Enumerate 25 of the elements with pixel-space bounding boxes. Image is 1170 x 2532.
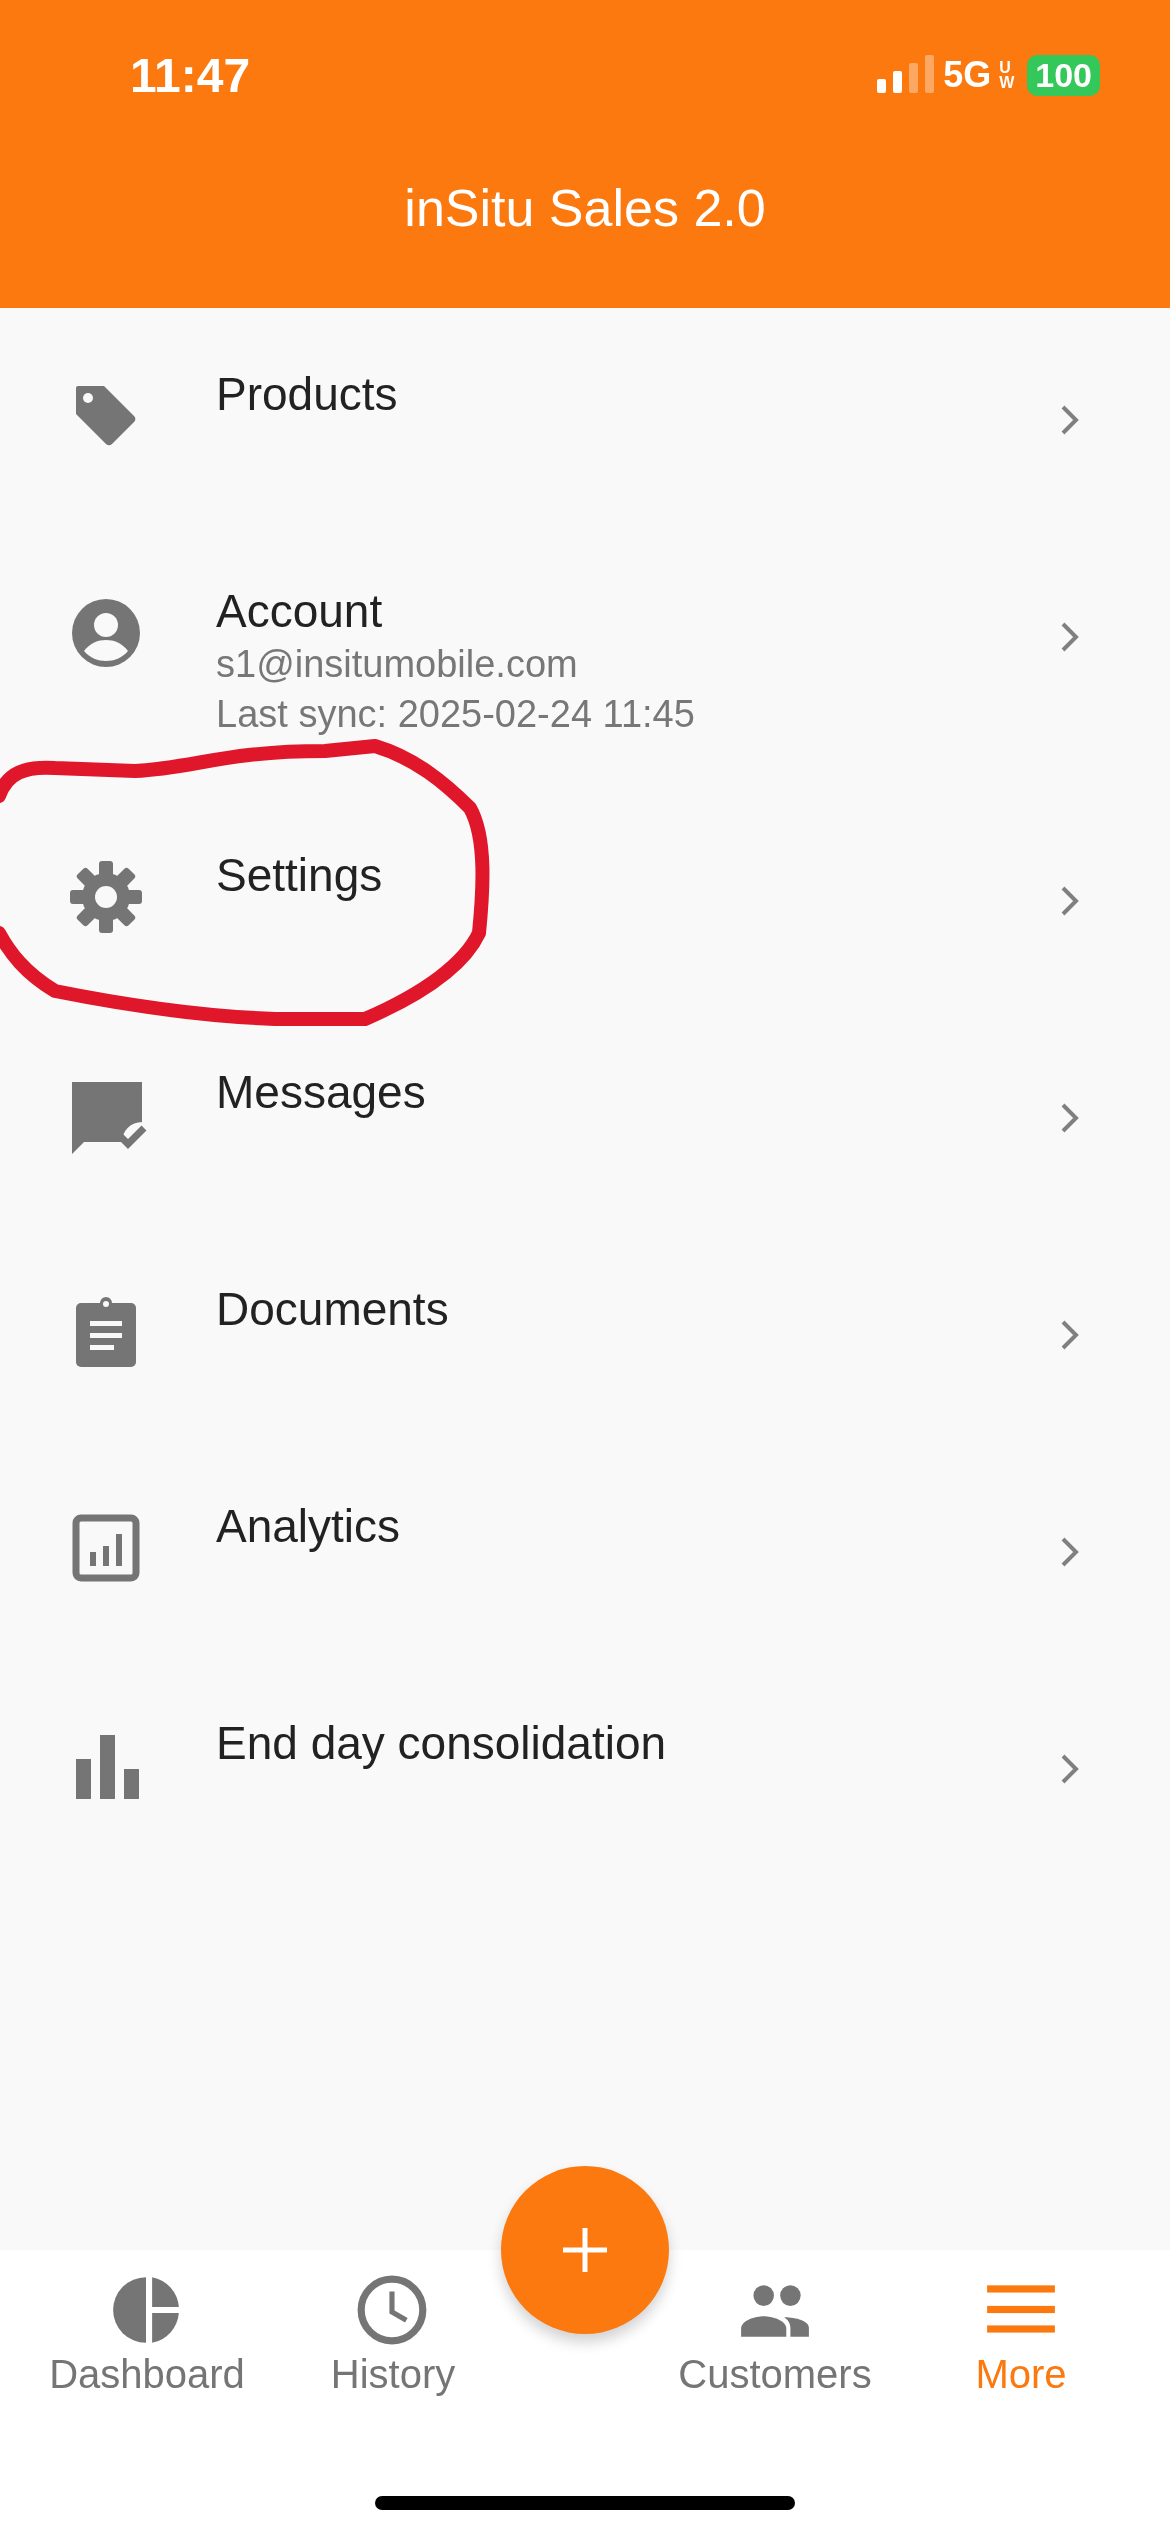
network-label: 5G xyxy=(943,54,992,96)
chevron-icon xyxy=(1060,1536,1080,1568)
status-time: 11:47 xyxy=(130,47,251,103)
menu-item[interactable]: Account xyxy=(216,583,383,639)
app-title: inSitu Sales 2.0 xyxy=(404,179,766,237)
menu-item[interactable]: Products xyxy=(216,366,398,422)
plus-icon xyxy=(563,2228,607,2272)
menu-item[interactable]: End day consolidation xyxy=(216,1715,667,1771)
chevron-icon xyxy=(1060,621,1080,653)
battery-level: 100 xyxy=(1027,54,1100,96)
account-email: s1@insitumobile.com xyxy=(216,642,578,687)
signal-icon xyxy=(877,55,936,95)
menu-item[interactable]: Settings xyxy=(216,847,383,903)
menu-item[interactable]: Analytics xyxy=(216,1498,401,1554)
chevron-icon xyxy=(1060,404,1080,436)
menu-item[interactable]: Messages xyxy=(216,1064,426,1120)
nav-tab[interactable]: Customers xyxy=(675,2272,875,2397)
chevron-icon xyxy=(1060,885,1080,917)
chevron-icon xyxy=(1060,1102,1080,1134)
nav-tab[interactable]: History xyxy=(293,2272,493,2397)
nav-tab[interactable]: Dashboard xyxy=(47,2272,247,2397)
last-sync-text: Last sync: 2025-02-24 11:45 xyxy=(216,692,695,737)
chevron-icon xyxy=(1060,1753,1080,1785)
chevron-icon xyxy=(1060,1319,1080,1351)
menu-item[interactable]: Documents xyxy=(216,1281,449,1337)
